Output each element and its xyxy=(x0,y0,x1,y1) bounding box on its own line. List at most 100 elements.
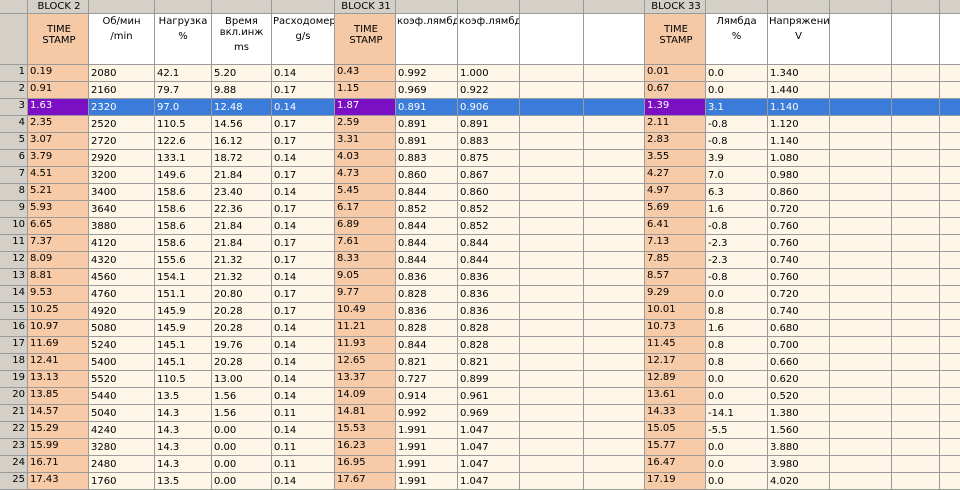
cell-flow[interactable]: 0.17 xyxy=(272,116,335,133)
cell-t3[interactable]: 16.47 xyxy=(645,456,706,473)
row-number[interactable]: 5 xyxy=(0,133,28,150)
cell-v[interactable]: 0.760 xyxy=(768,269,830,286)
cell-inj[interactable]: 20.28 xyxy=(212,354,272,371)
cell-t1[interactable]: 13.13 xyxy=(28,371,89,388)
cell-lam[interactable]: 0.0 xyxy=(706,371,768,388)
cell-t1[interactable]: 1.63 xyxy=(28,99,89,116)
cell-rpm[interactable]: 4920 xyxy=(89,303,155,320)
cell-k1[interactable]: 0.992 xyxy=(396,65,458,82)
cell-t3[interactable]: 0.01 xyxy=(645,65,706,82)
cell-k2[interactable]: 1.047 xyxy=(458,422,520,439)
cell-flow[interactable]: 0.14 xyxy=(272,218,335,235)
cell-empty[interactable] xyxy=(940,235,960,252)
cell-v[interactable]: 0.760 xyxy=(768,218,830,235)
cell-t1[interactable]: 10.97 xyxy=(28,320,89,337)
cell-lam[interactable]: 7.0 xyxy=(706,167,768,184)
cell-k2[interactable]: 0.836 xyxy=(458,303,520,320)
cell-flow[interactable]: 0.14 xyxy=(272,354,335,371)
cell-inj[interactable]: 20.28 xyxy=(212,303,272,320)
cell-t3[interactable]: 14.33 xyxy=(645,405,706,422)
cell-v[interactable]: 0.760 xyxy=(768,235,830,252)
cell-empty[interactable] xyxy=(892,116,940,133)
cell-t3[interactable]: 4.27 xyxy=(645,167,706,184)
cell-load[interactable]: 79.7 xyxy=(155,82,212,99)
cell-lam[interactable]: 3.1 xyxy=(706,99,768,116)
cell-load[interactable]: 14.3 xyxy=(155,422,212,439)
cell-t3[interactable]: 7.13 xyxy=(645,235,706,252)
cell-k1[interactable]: 0.969 xyxy=(396,82,458,99)
row-number[interactable]: 25 xyxy=(0,473,28,490)
cell-inj[interactable]: 21.84 xyxy=(212,167,272,184)
cell-inj[interactable]: 22.36 xyxy=(212,201,272,218)
cell-k2[interactable]: 0.836 xyxy=(458,269,520,286)
cell-inj[interactable]: 1.56 xyxy=(212,388,272,405)
cell-empty[interactable] xyxy=(584,218,645,235)
cell-t3[interactable]: 12.89 xyxy=(645,371,706,388)
cell-empty[interactable] xyxy=(892,99,940,116)
cell-empty[interactable] xyxy=(830,371,892,388)
cell-k2[interactable]: 1.047 xyxy=(458,473,520,490)
cell-k1[interactable]: 1.991 xyxy=(396,439,458,456)
cell-empty[interactable] xyxy=(584,337,645,354)
cell-flow[interactable]: 0.14 xyxy=(272,150,335,167)
cell-empty[interactable] xyxy=(520,405,584,422)
cell-empty[interactable] xyxy=(584,303,645,320)
cell-lam[interactable]: 0.0 xyxy=(706,65,768,82)
column-header-empty[interactable] xyxy=(520,14,584,65)
row-number[interactable]: 24 xyxy=(0,456,28,473)
cell-rpm[interactable]: 2480 xyxy=(89,456,155,473)
cell-empty[interactable] xyxy=(892,184,940,201)
cell-empty[interactable] xyxy=(940,388,960,405)
cell-inj[interactable]: 14.56 xyxy=(212,116,272,133)
cell-t2[interactable]: 6.17 xyxy=(335,201,396,218)
column-header-empty[interactable] xyxy=(940,14,960,65)
cell-k1[interactable]: 1.991 xyxy=(396,422,458,439)
cell-v[interactable]: 1.140 xyxy=(768,133,830,150)
cell-empty[interactable] xyxy=(584,235,645,252)
cell-empty[interactable] xyxy=(520,456,584,473)
column-header-flow[interactable]: Расходомер g/s xyxy=(272,14,335,65)
cell-inj[interactable]: 13.00 xyxy=(212,371,272,388)
cell-inj[interactable]: 12.48 xyxy=(212,99,272,116)
cell-t2[interactable]: 10.49 xyxy=(335,303,396,320)
cell-flow[interactable]: 0.14 xyxy=(272,371,335,388)
cell-empty[interactable] xyxy=(940,184,960,201)
cell-empty[interactable] xyxy=(584,252,645,269)
cell-rpm[interactable]: 2080 xyxy=(89,65,155,82)
cell-empty[interactable] xyxy=(520,388,584,405)
cell-rpm[interactable]: 4240 xyxy=(89,422,155,439)
row-number[interactable]: 17 xyxy=(0,337,28,354)
cell-empty[interactable] xyxy=(520,184,584,201)
cell-t1[interactable]: 15.99 xyxy=(28,439,89,456)
cell-empty[interactable] xyxy=(830,303,892,320)
cell-rpm[interactable]: 5080 xyxy=(89,320,155,337)
cell-k2[interactable]: 0.961 xyxy=(458,388,520,405)
cell-k2[interactable]: 1.047 xyxy=(458,456,520,473)
cell-empty[interactable] xyxy=(940,65,960,82)
cell-empty[interactable] xyxy=(584,354,645,371)
cell-flow[interactable]: 0.14 xyxy=(272,473,335,490)
cell-flow[interactable]: 0.17 xyxy=(272,167,335,184)
cell-lam[interactable]: -0.8 xyxy=(706,133,768,150)
cell-k1[interactable]: 0.836 xyxy=(396,303,458,320)
cell-load[interactable]: 14.3 xyxy=(155,439,212,456)
cell-empty[interactable] xyxy=(520,133,584,150)
cell-k1[interactable]: 0.883 xyxy=(396,150,458,167)
cell-flow[interactable]: 0.17 xyxy=(272,235,335,252)
row-number[interactable]: 6 xyxy=(0,150,28,167)
row-number[interactable]: 21 xyxy=(0,405,28,422)
cell-empty[interactable] xyxy=(830,82,892,99)
cell-t2[interactable]: 4.03 xyxy=(335,150,396,167)
cell-empty[interactable] xyxy=(520,235,584,252)
cell-t2[interactable]: 2.59 xyxy=(335,116,396,133)
cell-t2[interactable]: 6.89 xyxy=(335,218,396,235)
cell-empty[interactable] xyxy=(892,82,940,99)
cell-empty[interactable] xyxy=(892,235,940,252)
column-header-timestamp[interactable]: TIME STAMP xyxy=(28,14,89,65)
cell-load[interactable]: 97.0 xyxy=(155,99,212,116)
cell-empty[interactable] xyxy=(892,150,940,167)
cell-t3[interactable]: 13.61 xyxy=(645,388,706,405)
cell-empty[interactable] xyxy=(830,422,892,439)
cell-k1[interactable]: 0.828 xyxy=(396,320,458,337)
cell-t1[interactable]: 10.25 xyxy=(28,303,89,320)
